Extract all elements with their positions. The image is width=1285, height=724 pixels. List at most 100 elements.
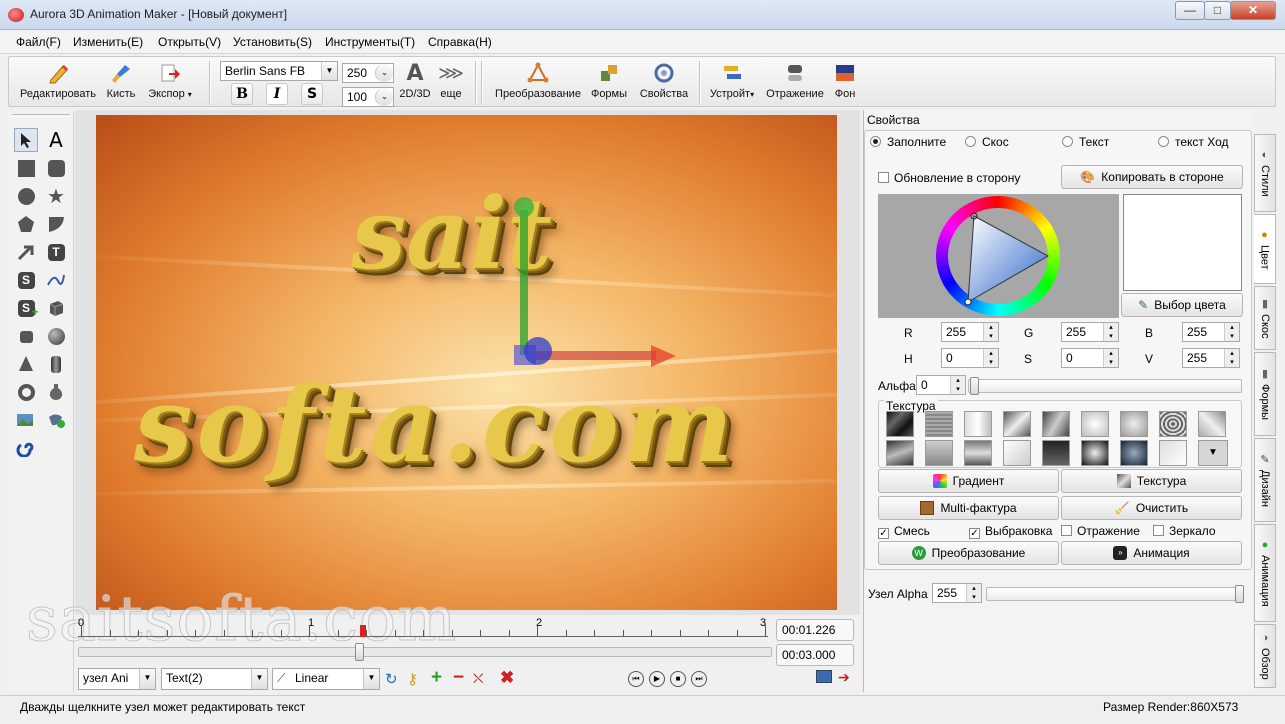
font-size-spin[interactable]: 250 ⌄: [342, 63, 394, 83]
add-text-icon[interactable]: S +: [14, 296, 39, 320]
alpha-spin[interactable]: 0: [916, 375, 966, 395]
image-import-icon[interactable]: [14, 408, 38, 432]
italic-button[interactable]: I: [266, 83, 288, 105]
mix-checkbox[interactable]: ✓ Смесь: [878, 524, 930, 539]
clear-keys-icon[interactable]: ⛌: [473, 670, 483, 687]
total-time[interactable]: 00:03.000: [776, 644, 854, 666]
texture-swatch[interactable]: [925, 411, 953, 437]
menu-settings[interactable]: Установить(S): [233, 35, 312, 49]
texture-swatch[interactable]: [925, 440, 953, 466]
spin-down-icon[interactable]: ⌄: [375, 64, 393, 82]
refresh-icon[interactable]: ↻: [385, 670, 398, 688]
color-wheel-area[interactable]: [878, 194, 1119, 318]
capsule-icon[interactable]: [44, 352, 68, 376]
shadow-button[interactable]: S: [301, 83, 323, 105]
key-icon[interactable]: ⚷: [407, 670, 418, 688]
node-alpha-spin[interactable]: 255: [932, 583, 982, 603]
scene-viewport[interactable]: sait softa.com: [96, 115, 837, 610]
edit-button[interactable]: Редактировать: [15, 61, 101, 100]
device-dropdown-icon[interactable]: ▾: [750, 90, 754, 99]
texture-swatch[interactable]: [1198, 411, 1226, 437]
maximize-button[interactable]: □: [1204, 1, 1231, 20]
text-item-select[interactable]: Text(2) ▼: [161, 668, 268, 690]
copy-side-button[interactable]: 🎨 Копировать в стороне: [1061, 165, 1243, 189]
update-side-checkbox[interactable]: Обновление в сторону: [878, 171, 1020, 185]
shapes-button[interactable]: Формы: [587, 61, 631, 100]
menu-edit[interactable]: Изменить(E): [73, 35, 143, 49]
font-select[interactable]: Berlin Sans FB ▼: [220, 61, 338, 81]
transform-gizmo-icon[interactable]: [496, 185, 696, 375]
tab-overview[interactable]: ◑ Обзор: [1254, 624, 1276, 688]
reflect-checkbox[interactable]: Отражение: [1061, 524, 1140, 538]
mode-text-radio[interactable]: Текст: [1062, 135, 1109, 149]
mode-text-stroke-radio[interactable]: текст Ход: [1158, 135, 1229, 149]
texture-swatch[interactable]: [1042, 411, 1070, 437]
pentagon-icon[interactable]: [14, 212, 38, 236]
menu-file[interactable]: Файл(F): [16, 35, 61, 49]
2d3d-button[interactable]: A 2D/3D: [397, 61, 433, 101]
playhead-marker[interactable]: [360, 625, 366, 637]
play-icon[interactable]: ▶: [649, 671, 665, 687]
spin-down-icon[interactable]: ⌄: [375, 88, 393, 106]
texture-more-icon[interactable]: ▼: [1198, 440, 1228, 466]
menu-help[interactable]: Справка(H): [428, 35, 492, 49]
circle-icon[interactable]: [14, 184, 38, 208]
cone-icon[interactable]: [14, 352, 38, 376]
tab-bevel[interactable]: ▮ Скос: [1254, 286, 1276, 350]
depth-size-spin[interactable]: 100 ⌄: [342, 87, 394, 107]
reflection-button[interactable]: Отражение: [765, 61, 825, 100]
vase-icon[interactable]: [44, 380, 68, 404]
arrow-shape-icon[interactable]: [14, 240, 38, 264]
tab-animation[interactable]: ● Анимация: [1254, 524, 1276, 622]
background-button[interactable]: Фон: [829, 61, 861, 100]
properties-button[interactable]: Свойства: [635, 61, 693, 100]
tab-design[interactable]: ✎ Дизайн: [1254, 438, 1276, 522]
h-spin[interactable]: 0: [941, 348, 999, 368]
rounded-rect-icon[interactable]: [44, 156, 68, 180]
r-spin[interactable]: 255: [941, 322, 999, 342]
mode-bevel-radio[interactable]: Скос: [965, 135, 1009, 149]
minimize-button[interactable]: —: [1175, 1, 1205, 20]
s-spin[interactable]: 0: [1061, 348, 1119, 368]
multi-texture-button[interactable]: Multi-фактура: [878, 496, 1059, 520]
more-button[interactable]: ⋙ еще: [437, 61, 465, 101]
gradient-button[interactable]: Градиент: [878, 469, 1059, 493]
text-tool-icon[interactable]: A: [44, 128, 68, 152]
texture-swatch[interactable]: [1120, 411, 1148, 437]
sector-icon[interactable]: [44, 212, 68, 236]
star-icon[interactable]: ★: [44, 184, 68, 208]
bold-button[interactable]: B: [231, 83, 253, 105]
preview-icon[interactable]: [816, 670, 832, 683]
menu-view[interactable]: Открыть(V): [158, 35, 221, 49]
transform-panel-button[interactable]: W Преобразование: [878, 541, 1059, 565]
select-arrow-icon[interactable]: [14, 128, 38, 152]
text-box-icon[interactable]: T: [44, 240, 68, 264]
mode-fill-radio[interactable]: Заполните: [870, 135, 946, 149]
b-spin[interactable]: 255: [1182, 322, 1240, 342]
device-button[interactable]: Устройт▾: [703, 61, 761, 100]
timeline-scrollbar[interactable]: [78, 643, 772, 661]
styled-text-icon[interactable]: S: [14, 268, 38, 292]
culling-checkbox[interactable]: ✓ Выбраковка: [969, 524, 1052, 539]
skip-back-icon[interactable]: ⏮: [628, 671, 644, 687]
texture-swatch[interactable]: [1159, 411, 1187, 437]
texture-swatch[interactable]: [1159, 440, 1187, 466]
delete-icon[interactable]: ✖: [500, 668, 514, 688]
brush-button[interactable]: Кисть: [103, 61, 139, 100]
interpolation-select[interactable]: ⟋ Linear ▼: [272, 668, 380, 690]
alpha-slider-thumb[interactable]: [970, 377, 979, 395]
texture-swatch[interactable]: [1003, 411, 1031, 437]
texture-swatch[interactable]: [1042, 440, 1070, 466]
animation-button[interactable]: » Анимация: [1061, 541, 1242, 565]
texture-swatch[interactable]: [964, 440, 992, 466]
timeline-thumb[interactable]: [355, 643, 364, 661]
texture-swatch[interactable]: [1081, 411, 1109, 437]
add-key-icon[interactable]: +: [431, 667, 442, 689]
path-text-icon[interactable]: [44, 268, 68, 292]
texture-swatch[interactable]: [1120, 440, 1148, 466]
stop-icon[interactable]: ■: [670, 671, 686, 687]
texture-button[interactable]: Текстура: [1061, 469, 1242, 493]
skip-forward-icon[interactable]: ⏭: [691, 671, 707, 687]
remove-key-icon[interactable]: −: [453, 667, 464, 689]
alpha-slider[interactable]: [968, 377, 1242, 395]
